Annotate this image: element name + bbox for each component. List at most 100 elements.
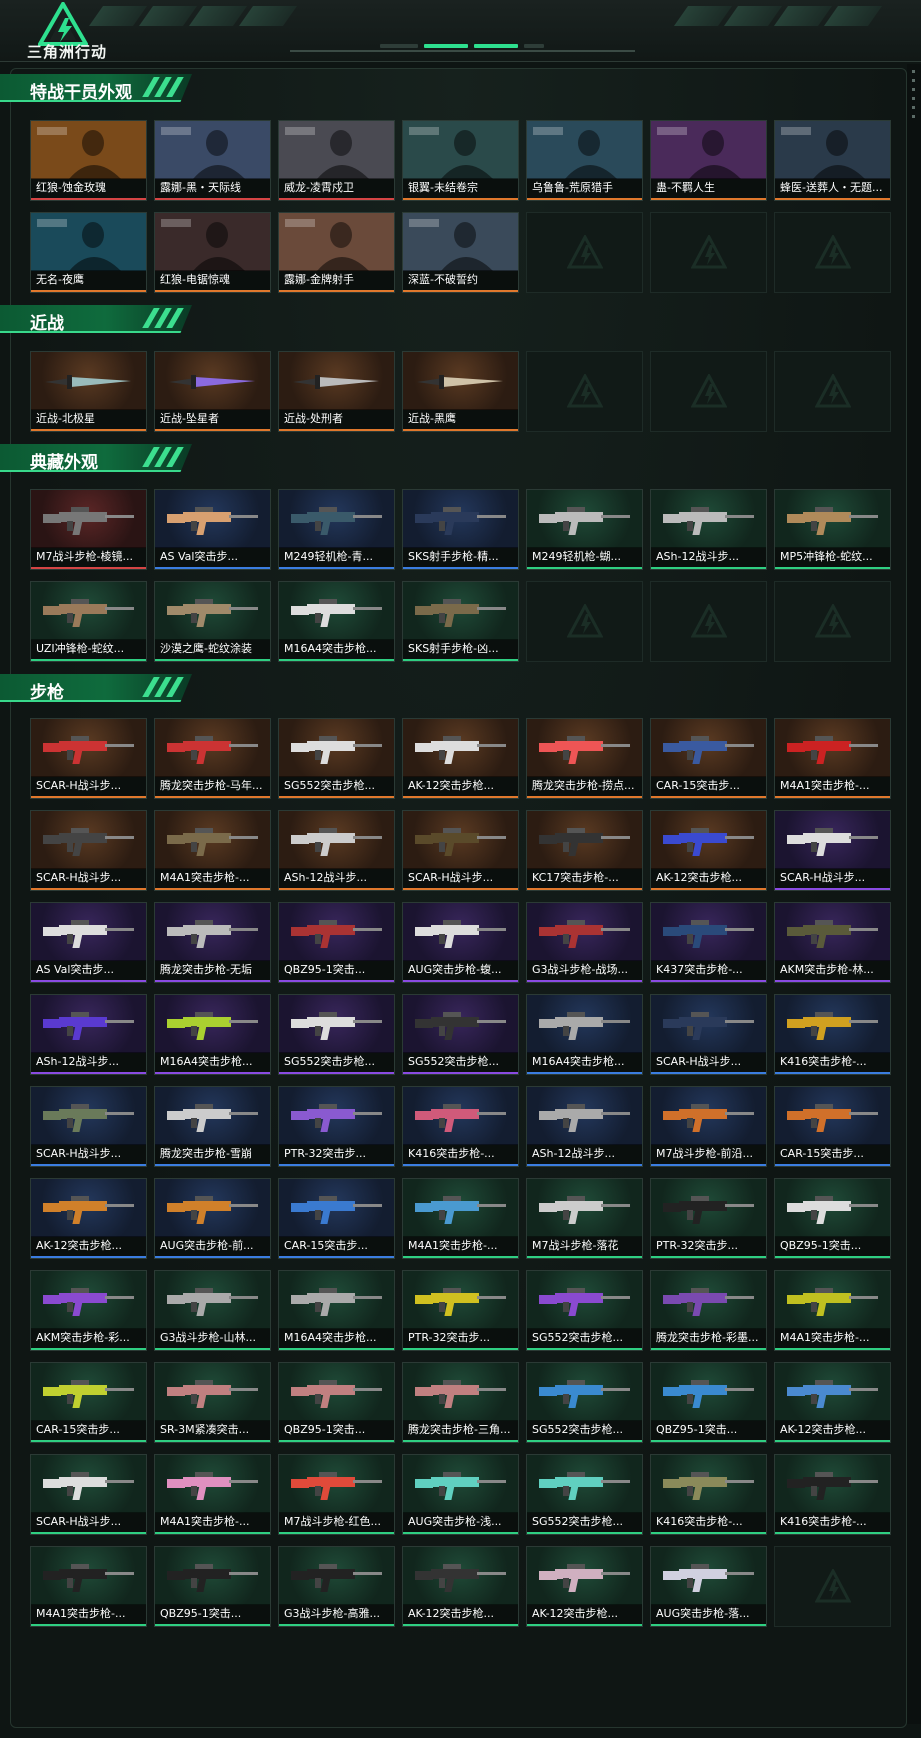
skin-card[interactable]: ASh-12战斗步...: [526, 1086, 643, 1167]
skin-card[interactable]: CAR-15突击步...: [650, 718, 767, 799]
skin-card[interactable]: QBZ95-1突击...: [774, 1178, 891, 1259]
skin-card[interactable]: 近战-坠星者: [154, 351, 271, 432]
skin-card[interactable]: SG552突击步枪...: [526, 1454, 643, 1535]
skin-card[interactable]: 银翼-未结卷宗: [402, 120, 519, 201]
skin-card[interactable]: PTR-32突击步...: [650, 1178, 767, 1259]
skin-card[interactable]: 腾龙突击步枪-无垢: [154, 902, 271, 983]
skin-card[interactable]: 威龙-凌霄戍卫: [278, 120, 395, 201]
skin-card[interactable]: SCAR-H战斗步...: [774, 810, 891, 891]
skin-card[interactable]: AKM突击步枪-彩...: [30, 1270, 147, 1351]
skin-card[interactable]: SG552突击步枪...: [526, 1362, 643, 1443]
skin-card[interactable]: SCAR-H战斗步...: [402, 810, 519, 891]
skin-card[interactable]: PTR-32突击步...: [402, 1270, 519, 1351]
skin-card[interactable]: M4A1突击步枪-...: [774, 718, 891, 799]
skin-card[interactable]: SG552突击步枪...: [278, 718, 395, 799]
skin-card[interactable]: K416突击步枪-...: [774, 994, 891, 1075]
skin-card[interactable]: MP5冲锋枪-蛇纹...: [774, 489, 891, 570]
rifle-icon: [291, 1380, 382, 1408]
skin-card[interactable]: K416突击步枪-...: [774, 1454, 891, 1535]
skin-card[interactable]: M7战斗步枪-红色...: [278, 1454, 395, 1535]
skin-card[interactable]: K416突击步枪-...: [402, 1086, 519, 1167]
skin-card[interactable]: ASh-12战斗步...: [30, 994, 147, 1075]
skin-card[interactable]: AK-12突击步枪...: [774, 1362, 891, 1443]
skin-card[interactable]: M4A1突击步枪-...: [154, 1454, 271, 1535]
skin-thumbnail: [403, 995, 518, 1053]
skin-card[interactable]: 近战-黑鹰: [402, 351, 519, 432]
skin-card[interactable]: 红狼-电锯惊魂: [154, 212, 271, 293]
skin-card[interactable]: 腾龙突击步枪-彩墨...: [650, 1270, 767, 1351]
skin-card[interactable]: ASh-12战斗步...: [650, 489, 767, 570]
skin-card[interactable]: M4A1突击步枪-...: [30, 1546, 147, 1627]
skin-card[interactable]: G3战斗步枪-战场...: [526, 902, 643, 983]
skin-card[interactable]: AUG突击步枪-蝮...: [402, 902, 519, 983]
skin-card[interactable]: QBZ95-1突击...: [278, 902, 395, 983]
skin-card[interactable]: AK-12突击步枪...: [650, 810, 767, 891]
skin-card[interactable]: 蛊-不羁人生: [650, 120, 767, 201]
skin-card[interactable]: QBZ95-1突击...: [154, 1546, 271, 1627]
skin-card[interactable]: SKS射手步枪-凶...: [402, 581, 519, 662]
skin-card[interactable]: M7战斗步枪-前沿...: [650, 1086, 767, 1167]
skin-card[interactable]: 露娜-黑・天际线: [154, 120, 271, 201]
rarity-bar: [651, 198, 766, 200]
skin-card[interactable]: SCAR-H战斗步...: [30, 1454, 147, 1535]
skin-card[interactable]: M4A1突击步枪-...: [402, 1178, 519, 1259]
skin-card[interactable]: AKM突击步枪-林...: [774, 902, 891, 983]
skin-card[interactable]: G3战斗步枪-高雅...: [278, 1546, 395, 1627]
skin-card[interactable]: 近战-处刑者: [278, 351, 395, 432]
skin-card[interactable]: PTR-32突击步...: [278, 1086, 395, 1167]
skin-name: AUG突击步枪-前...: [155, 1236, 270, 1256]
skin-card[interactable]: CAR-15突击步...: [774, 1086, 891, 1167]
skin-card[interactable]: 蜂医-送葬人・无题...: [774, 120, 891, 201]
skin-card[interactable]: 腾龙突击步枪-马年...: [154, 718, 271, 799]
skin-card[interactable]: 深蓝-不破誓约: [402, 212, 519, 293]
skin-card[interactable]: SCAR-H战斗步...: [650, 994, 767, 1075]
skin-card[interactable]: M16A4突击步枪...: [526, 994, 643, 1075]
skin-card[interactable]: AUG突击步枪-浅...: [402, 1454, 519, 1535]
skin-card[interactable]: 近战-北极星: [30, 351, 147, 432]
skin-card[interactable]: SG552突击步枪...: [278, 994, 395, 1075]
skin-card[interactable]: M16A4突击步枪...: [278, 1270, 395, 1351]
skin-card[interactable]: AS Val突击步...: [30, 902, 147, 983]
skin-card[interactable]: 腾龙突击步枪-三角...: [402, 1362, 519, 1443]
skin-card[interactable]: SCAR-H战斗步...: [30, 810, 147, 891]
skin-card[interactable]: CAR-15突击步...: [30, 1362, 147, 1443]
skin-card[interactable]: AK-12突击步枪...: [402, 1546, 519, 1627]
skin-card[interactable]: AUG突击步枪-落...: [650, 1546, 767, 1627]
skin-card[interactable]: SG552突击步枪...: [526, 1270, 643, 1351]
skin-card[interactable]: M7战斗步枪-落花: [526, 1178, 643, 1259]
skin-card[interactable]: 腾龙突击步枪-捞点...: [526, 718, 643, 799]
scrollbar-track[interactable]: [907, 64, 921, 1724]
skin-card[interactable]: QBZ95-1突击...: [650, 1362, 767, 1443]
skin-card[interactable]: M249轻机枪-蝴...: [526, 489, 643, 570]
skin-card[interactable]: 沙漠之鹰-蛇纹涂装: [154, 581, 271, 662]
skin-card[interactable]: AK-12突击步枪...: [526, 1546, 643, 1627]
skin-card[interactable]: M16A4突击步枪...: [278, 581, 395, 662]
skin-card[interactable]: 无名-夜鹰: [30, 212, 147, 293]
skin-card[interactable]: G3战斗步枪-山林...: [154, 1270, 271, 1351]
skin-card[interactable]: M7战斗步枪-棱镜...: [30, 489, 147, 570]
skin-card[interactable]: 红狼-蚀金玫瑰: [30, 120, 147, 201]
skin-card[interactable]: SR-3M紧凑突击...: [154, 1362, 271, 1443]
skin-card[interactable]: KC17突击步枪-...: [526, 810, 643, 891]
skin-card[interactable]: 乌鲁鲁-荒原猎手: [526, 120, 643, 201]
skin-card[interactable]: 露娜-金牌射手: [278, 212, 395, 293]
skin-card[interactable]: K416突击步枪-...: [650, 1454, 767, 1535]
skin-card[interactable]: AS Val突击步...: [154, 489, 271, 570]
skin-card[interactable]: QBZ95-1突击...: [278, 1362, 395, 1443]
skin-card[interactable]: K437突击步枪-...: [650, 902, 767, 983]
skin-card[interactable]: ASh-12战斗步...: [278, 810, 395, 891]
skin-card[interactable]: SCAR-H战斗步...: [30, 718, 147, 799]
skin-card[interactable]: SG552突击步枪...: [402, 994, 519, 1075]
skin-card[interactable]: 腾龙突击步枪-雪崩: [154, 1086, 271, 1167]
skin-card[interactable]: UZI冲锋枪-蛇纹...: [30, 581, 147, 662]
skin-card[interactable]: AK-12突击步枪...: [402, 718, 519, 799]
skin-card[interactable]: SCAR-H战斗步...: [30, 1086, 147, 1167]
skin-card[interactable]: M249轻机枪-青...: [278, 489, 395, 570]
skin-card[interactable]: M4A1突击步枪-...: [154, 810, 271, 891]
skin-card[interactable]: CAR-15突击步...: [278, 1178, 395, 1259]
skin-card[interactable]: AK-12突击步枪...: [30, 1178, 147, 1259]
skin-card[interactable]: SKS射手步枪-精...: [402, 489, 519, 570]
skin-card[interactable]: AUG突击步枪-前...: [154, 1178, 271, 1259]
skin-card[interactable]: M4A1突击步枪-...: [774, 1270, 891, 1351]
skin-card[interactable]: M16A4突击步枪...: [154, 994, 271, 1075]
